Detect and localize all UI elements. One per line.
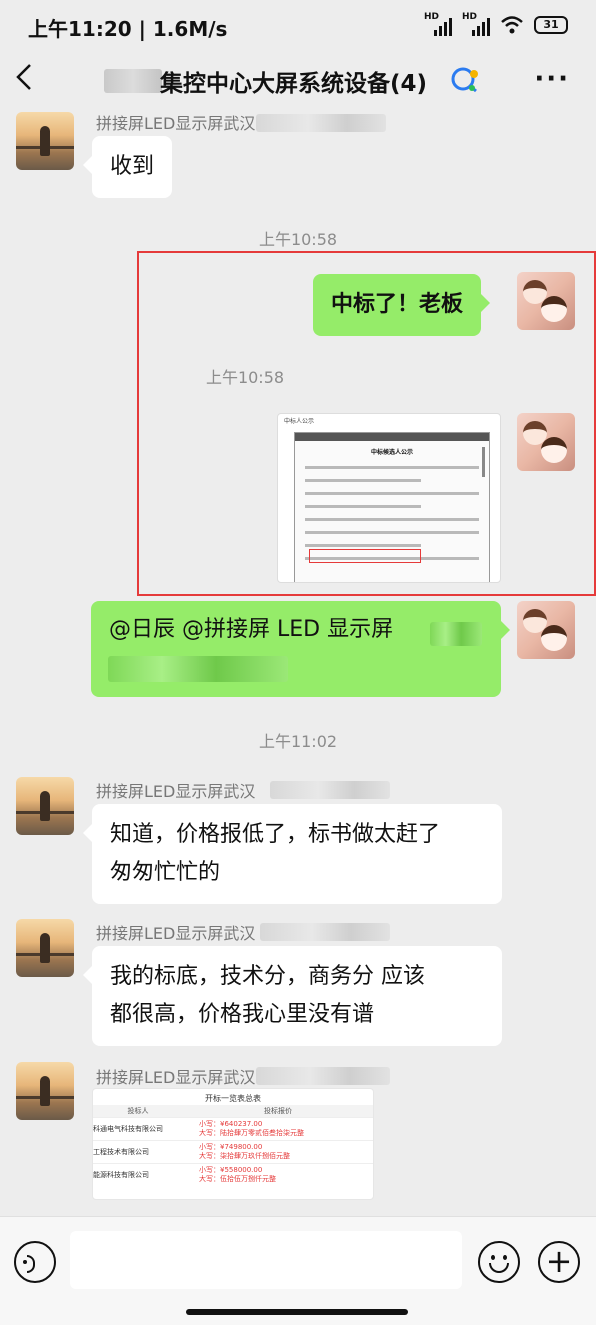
home-indicator[interactable]: [186, 1309, 408, 1315]
image-message-table[interactable]: 开标一览表总表 投标人 投标报价 科通电气科技有限公司 小写：¥640237.0…: [92, 1088, 374, 1200]
status-bar: 上午11:20 | 1.6M/s HD HD 31: [0, 0, 596, 52]
signal-icon: HD: [424, 12, 452, 36]
message-input[interactable]: [70, 1231, 462, 1289]
table-row: 能源科技有限公司 小写：¥558000.00 大写：伍拾伍万捌仟元整: [93, 1163, 373, 1186]
sender-name: 拼接屏LED显示屏武汉: [96, 114, 256, 133]
page-title[interactable]: 集控中心大屏系统设备(4): [160, 64, 427, 98]
emoji-icon[interactable]: [478, 1241, 520, 1283]
message-bubble-out[interactable]: @日辰 @拼接屏 LED 显示屏: [91, 601, 510, 697]
mention-redacted: [430, 622, 482, 646]
status-time: 上午11:20 | 1.6M/s: [28, 17, 228, 41]
avatar-self[interactable]: [517, 601, 575, 659]
voice-icon[interactable]: [14, 1241, 56, 1283]
back-arrow-icon[interactable]: [14, 62, 44, 98]
sender-name: 拼接屏LED显示屏武汉: [96, 782, 256, 801]
timestamp: 上午10:58: [258, 230, 338, 249]
message-bubble[interactable]: 收到: [82, 136, 173, 198]
signal-icon-2: HD: [462, 12, 490, 36]
avatar-self[interactable]: [517, 413, 575, 471]
mention-text: @日辰 @拼接屏 LED 显示屏: [109, 617, 394, 642]
sender-name: 拼接屏LED显示屏武汉: [96, 924, 256, 943]
plus-icon[interactable]: +: [538, 1241, 580, 1283]
battery-icon: 31: [534, 16, 568, 34]
avatar[interactable]: [16, 919, 74, 977]
mention-redacted-2: [108, 656, 288, 682]
more-dots-icon[interactable]: ···: [534, 64, 570, 94]
message-bubble[interactable]: 我的标底，技术分，商务分 应该 都很高，价格我心里没有谱: [83, 946, 502, 1046]
avatar[interactable]: [16, 1062, 74, 1120]
sender-redacted: [256, 1067, 390, 1085]
avatar[interactable]: [16, 112, 74, 170]
message-bubble-out[interactable]: 中标了！老板: [313, 274, 491, 336]
chat-area[interactable]: 拼接屏LED显示屏武汉 收到 上午10:58 中标了！老板 上午10:58 中标…: [0, 108, 596, 1216]
sender-name: 拼接屏LED显示屏武汉: [96, 1068, 256, 1087]
message-bubble[interactable]: 知道，价格报低了，标书做太赶了 匆匆忙忙的: [83, 804, 502, 904]
sender-redacted: [260, 923, 390, 941]
input-bar: +: [0, 1216, 596, 1325]
sender-redacted: [256, 114, 386, 132]
sender-redacted: [270, 781, 390, 799]
avatar-self[interactable]: [517, 272, 575, 330]
group-badge-icon: [451, 67, 478, 93]
table-row: 工程技术有限公司 小写：¥749800.00 大写：柒拾肆万玖仟捌佰元整: [93, 1140, 373, 1163]
table-header: 投标人 投标报价: [93, 1105, 373, 1117]
title-bar: 集控中心大屏系统设备(4) ···: [0, 52, 596, 108]
image-message-document[interactable]: 中标人公示 中标候选人公示: [277, 413, 501, 583]
title-redacted: [104, 69, 162, 93]
timestamp: 上午10:58: [205, 368, 285, 387]
wifi-icon: [501, 16, 523, 34]
status-icons: HD HD 31: [424, 12, 568, 36]
avatar[interactable]: [16, 777, 74, 835]
winner-highlight: [309, 549, 421, 563]
table-row: 科通电气科技有限公司 小写：¥640237.00 大写：陆拾肆万零贰佰叁拾柒元整: [93, 1117, 373, 1140]
timestamp: 上午11:02: [258, 732, 338, 751]
